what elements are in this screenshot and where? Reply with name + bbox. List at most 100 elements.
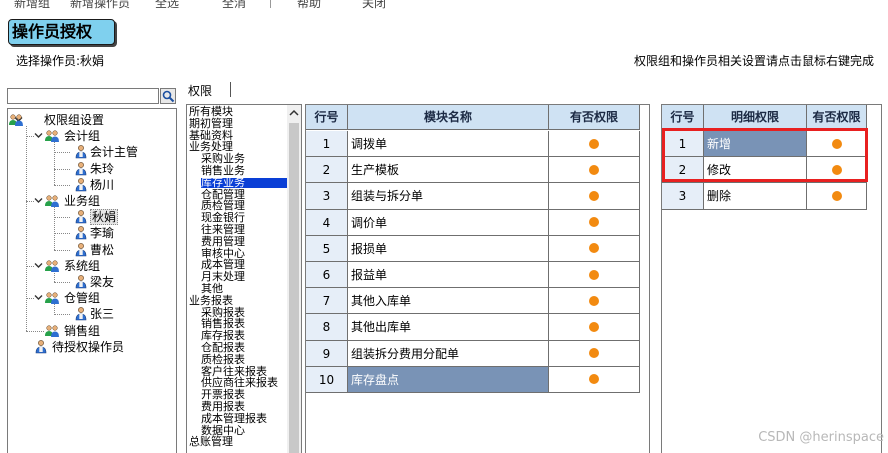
- column-header[interactable]: 有否权限: [807, 105, 867, 130]
- module-list-item[interactable]: 现金银行: [201, 212, 245, 223]
- permission-cell[interactable]: [807, 183, 867, 210]
- name-cell[interactable]: 修改: [704, 157, 807, 184]
- name-cell[interactable]: 新增: [704, 131, 807, 158]
- module-list-item[interactable]: 所有模块: [189, 106, 233, 117]
- name-cell[interactable]: 报益单: [348, 262, 549, 289]
- tree-node-operator[interactable]: 朱玲: [8, 161, 173, 177]
- chevron-down-icon[interactable]: [34, 293, 43, 302]
- module-list-item[interactable]: 供应商往来报表: [201, 377, 278, 388]
- permission-granted-dot[interactable]: [589, 374, 599, 385]
- module-list-item[interactable]: 业务处理: [189, 141, 233, 152]
- tree-node-group[interactable]: 会计组: [8, 128, 173, 144]
- module-list-item[interactable]: 往来管理: [201, 224, 245, 235]
- name-cell[interactable]: 组装拆分费用分配单: [348, 340, 549, 367]
- permission-granted-dot[interactable]: [589, 321, 599, 332]
- module-list-scrollbar[interactable]: [287, 105, 301, 453]
- permission-cell[interactable]: [807, 157, 867, 184]
- permission-granted-dot[interactable]: [589, 269, 599, 280]
- module-list-item[interactable]: 其他: [201, 283, 223, 294]
- tree-node-group[interactable]: 销售组: [8, 323, 173, 339]
- permission-cell[interactable]: [549, 131, 640, 158]
- tree-node-root[interactable]: 权限组设置: [8, 112, 173, 128]
- permission-cell[interactable]: [549, 183, 640, 210]
- module-list-item[interactable]: 质检管理: [201, 200, 245, 211]
- column-header[interactable]: 明细权限: [704, 105, 807, 130]
- module-list-item[interactable]: 仓配报表: [201, 342, 245, 353]
- chevron-down-icon[interactable]: [34, 261, 43, 270]
- permission-granted-dot[interactable]: [831, 190, 842, 201]
- tree-node-group[interactable]: 系统组: [8, 258, 173, 274]
- name-cell[interactable]: 组装与拆分单: [348, 183, 549, 210]
- name-cell[interactable]: 其他出库单: [348, 314, 549, 341]
- permission-cell[interactable]: [549, 235, 640, 262]
- scrollbar-thumb[interactable]: [289, 123, 299, 453]
- chevron-down-icon[interactable]: [34, 131, 43, 140]
- permission-granted-dot[interactable]: [589, 348, 599, 359]
- permission-granted-dot[interactable]: [589, 138, 599, 149]
- tab-permissions[interactable]: 权限: [188, 82, 212, 99]
- module-list-item[interactable]: 质检报表: [201, 354, 245, 365]
- permission-granted-dot[interactable]: [589, 217, 599, 228]
- permission-cell[interactable]: [549, 157, 640, 184]
- tree-node-group[interactable]: 业务组: [8, 193, 173, 209]
- permission-granted-dot[interactable]: [831, 138, 842, 149]
- name-cell[interactable]: 调拨单: [348, 131, 549, 158]
- tree-node-operator[interactable]: 杨川: [8, 177, 173, 193]
- close-button[interactable]: 关闭: [362, 0, 386, 9]
- name-cell[interactable]: 生产模板: [348, 157, 549, 184]
- select-all-button[interactable]: 全选: [155, 0, 179, 9]
- permission-cell[interactable]: [549, 340, 640, 367]
- module-list-item[interactable]: 库存报表: [201, 330, 245, 341]
- name-cell[interactable]: 其他入库单: [348, 288, 549, 315]
- module-list-item[interactable]: 开票报表: [201, 389, 245, 400]
- module-list-item[interactable]: 销售业务: [201, 165, 245, 176]
- module-list-item[interactable]: 业务报表: [189, 295, 233, 306]
- permission-cell[interactable]: [549, 209, 640, 236]
- module-list-item[interactable]: 总账管理: [189, 436, 233, 447]
- search-input[interactable]: [7, 88, 159, 104]
- new-group-button[interactable]: 新增组: [14, 0, 50, 9]
- permission-cell[interactable]: [549, 288, 640, 315]
- module-list-item[interactable]: 月末处理: [201, 271, 245, 282]
- tree-node-operator[interactable]: 会计主管: [8, 144, 173, 160]
- permission-granted-dot[interactable]: [831, 164, 842, 175]
- column-header[interactable]: 模块名称: [348, 105, 549, 130]
- permission-cell[interactable]: [549, 262, 640, 289]
- new-operator-button[interactable]: 新增操作员: [70, 0, 130, 9]
- name-cell[interactable]: 删除: [704, 183, 807, 210]
- permission-granted-dot[interactable]: [589, 295, 599, 306]
- help-button[interactable]: 帮助: [297, 0, 321, 9]
- clear-all-button[interactable]: 全消: [222, 0, 246, 9]
- permission-granted-dot[interactable]: [589, 243, 599, 254]
- module-list-item[interactable]: 库存业务: [201, 177, 287, 188]
- tree-node-pending[interactable]: 待授权操作员: [8, 339, 173, 355]
- column-header[interactable]: 行号: [306, 105, 348, 130]
- tree-node-operator[interactable]: 曹松: [8, 242, 173, 258]
- module-list-item[interactable]: 采购业务: [201, 153, 245, 164]
- module-list-item[interactable]: 费用管理: [201, 236, 245, 247]
- column-header[interactable]: 行号: [662, 105, 704, 130]
- permission-cell[interactable]: [549, 314, 640, 341]
- module-list-item[interactable]: 销售报表: [201, 318, 245, 329]
- module-list-item[interactable]: 成本管理: [201, 259, 245, 270]
- permission-cell[interactable]: [807, 131, 867, 158]
- module-list-item[interactable]: 费用报表: [201, 401, 245, 412]
- chevron-up-icon[interactable]: [289, 108, 299, 118]
- tree-node-group[interactable]: 仓管组: [8, 290, 173, 306]
- column-header[interactable]: 有否权限: [549, 105, 640, 130]
- module-list-item[interactable]: 期初管理: [189, 118, 233, 129]
- tree-node-operator[interactable]: 李瑜: [8, 225, 173, 241]
- permission-granted-dot[interactable]: [589, 190, 599, 201]
- permission-cell[interactable]: [549, 366, 640, 393]
- permission-granted-dot[interactable]: [589, 164, 599, 175]
- name-cell[interactable]: 库存盘点: [348, 366, 549, 393]
- tree-node-operator[interactable]: 梁友: [8, 274, 173, 290]
- module-list-item[interactable]: 基础资料: [189, 130, 233, 141]
- chevron-down-icon[interactable]: [34, 196, 43, 205]
- search-button[interactable]: [160, 88, 176, 104]
- name-cell[interactable]: 报损单: [348, 235, 549, 262]
- tree-node-operator[interactable]: 秋娟: [8, 209, 173, 226]
- module-list-item[interactable]: 成本管理报表: [201, 413, 267, 424]
- name-cell[interactable]: 调价单: [348, 209, 549, 236]
- tree-node-operator[interactable]: 张三: [8, 306, 173, 322]
